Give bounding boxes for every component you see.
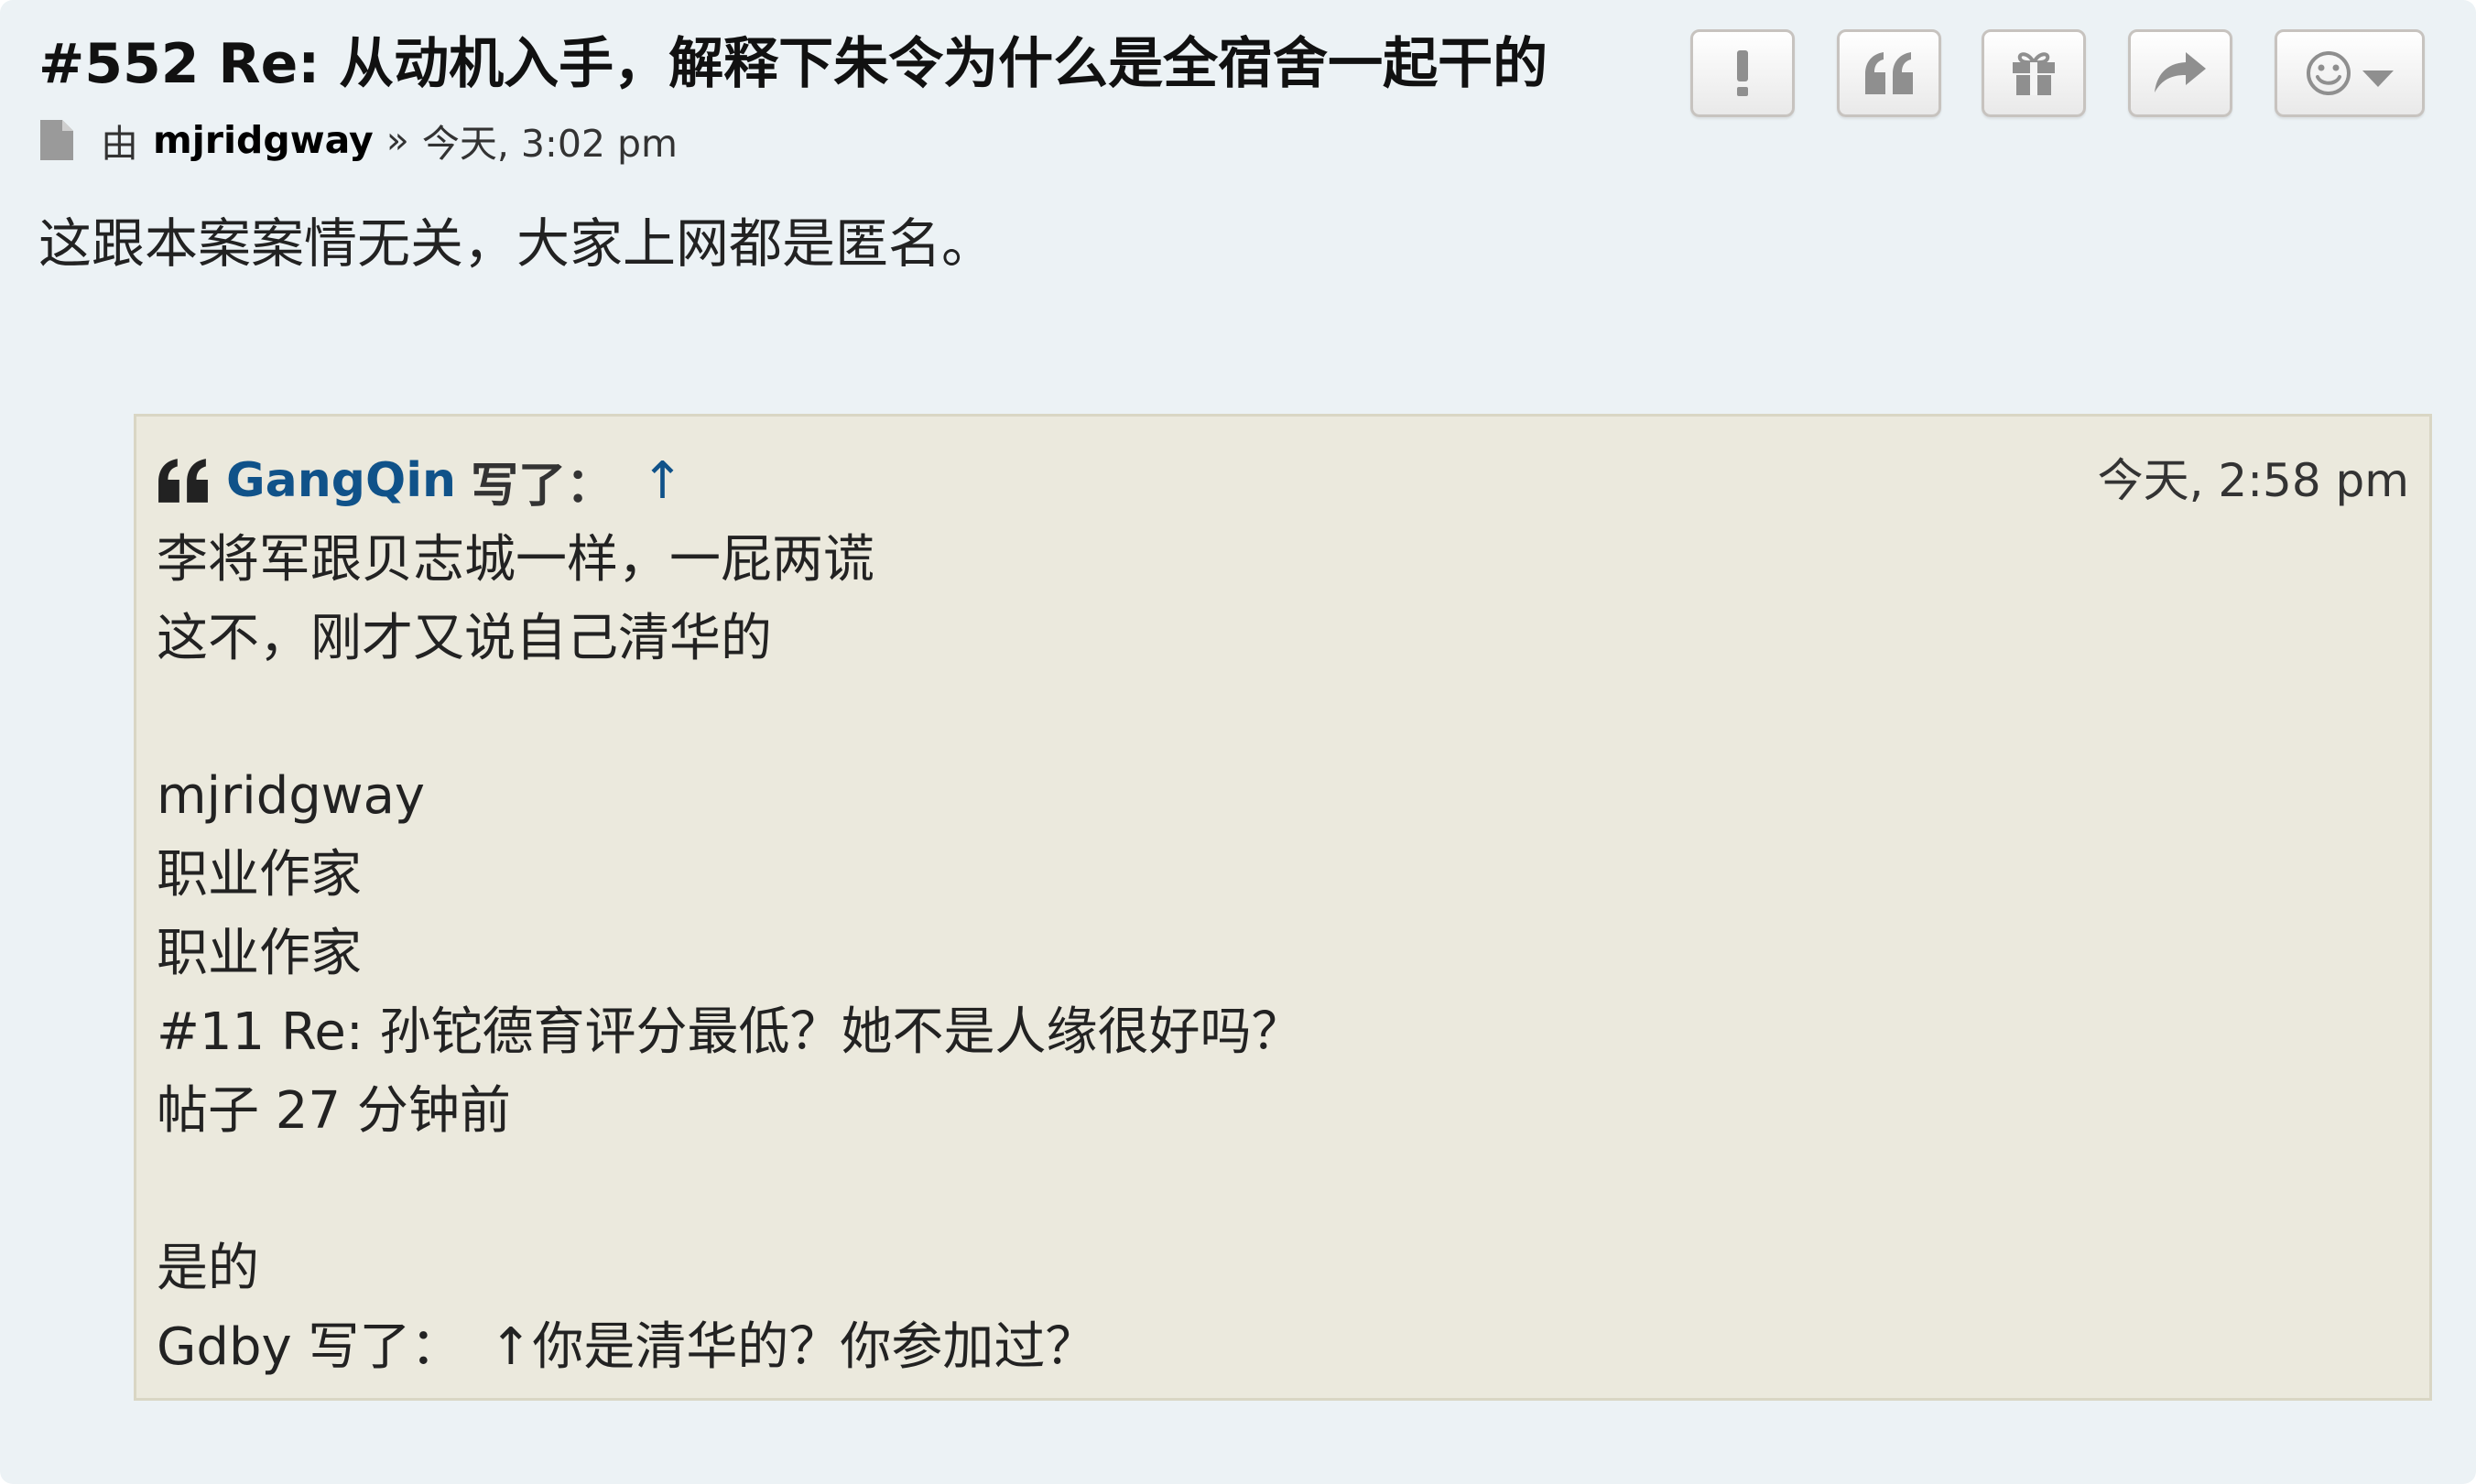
quote-header: GangQin 写了： ↑ [157,444,684,517]
post-body-text: 这跟本案案情无关，大家上网都是匿名。 [38,212,995,275]
share-arrow-icon [2155,52,2206,92]
caret-down-icon [2362,70,2394,87]
quote-line: 是的 [157,1239,259,1298]
by-label: 由 [101,122,138,166]
quote-author-link[interactable]: GangQin [226,453,456,508]
quote-block: GangQin 写了： ↑ 今天, 2:58 pm 李将军跟贝志城一样，一屁两谎… [134,414,2432,1401]
share-button[interactable] [2128,29,2232,117]
quote-line: 职业作家 [157,845,362,904]
quote-source-arrow-link[interactable]: ↑ [641,451,684,511]
gift-button[interactable] [1982,29,2086,117]
quote-line [157,678,1303,757]
post-byline: 由 mjridgway » 今天, 3:02 pm [40,108,678,172]
quote-button[interactable] [1837,29,1941,117]
post-time: 今天, 3:02 pm [421,122,678,166]
quote-line: 帖子 27 分钟前 [157,1081,511,1141]
quote-line: mjridgway [157,766,426,826]
post-title[interactable]: #552 Re: 从动机入手，解释下朱令为什么是全宿舍一起干的 [38,27,1548,101]
quote-line: #11 Re: 孙铊德育评分最低？她不是人缘很好吗？ [157,1002,1303,1062]
quote-line: 李将军跟贝志城一样，一屁两谎 [157,530,874,590]
quote-line-nested: Gdby 写了： ↑你是清华的？你参加过？ [157,1308,1303,1387]
reactions-button[interactable] [2275,29,2425,117]
file-icon [40,120,73,160]
nested-quote-arrow-link[interactable]: ↑ [489,1317,532,1377]
nested-quote-prefix: Gdby 写了： [157,1317,462,1377]
gift-icon [2013,52,2055,95]
report-button[interactable] [1690,29,1795,117]
quote-line: 职业作家 [157,924,362,983]
quote-wrote-label: 写了： [471,458,614,514]
quote-icon [1865,52,1913,94]
nested-quote-text: 你是清华的？你参加过？ [532,1317,1097,1377]
quote-line: 这不，刚才又说自己清华的 [157,609,772,668]
smiley-icon [2307,51,2351,95]
byline-separator: » [386,118,409,162]
post-container: #552 Re: 从动机入手，解释下朱令为什么是全宿舍一起干的 由 mjridg… [0,0,2476,1484]
exclamation-icon [1737,50,1748,96]
quote-line [157,1151,1303,1229]
quote-mark-icon [158,459,208,503]
quote-time: 今天, 2:58 pm [2097,454,2409,507]
quote-body: 李将军跟贝志城一样，一屁两谎 这不，刚才又说自己清华的 mjridgway 职业… [157,521,1303,1387]
author-link[interactable]: mjridgway [153,118,374,162]
